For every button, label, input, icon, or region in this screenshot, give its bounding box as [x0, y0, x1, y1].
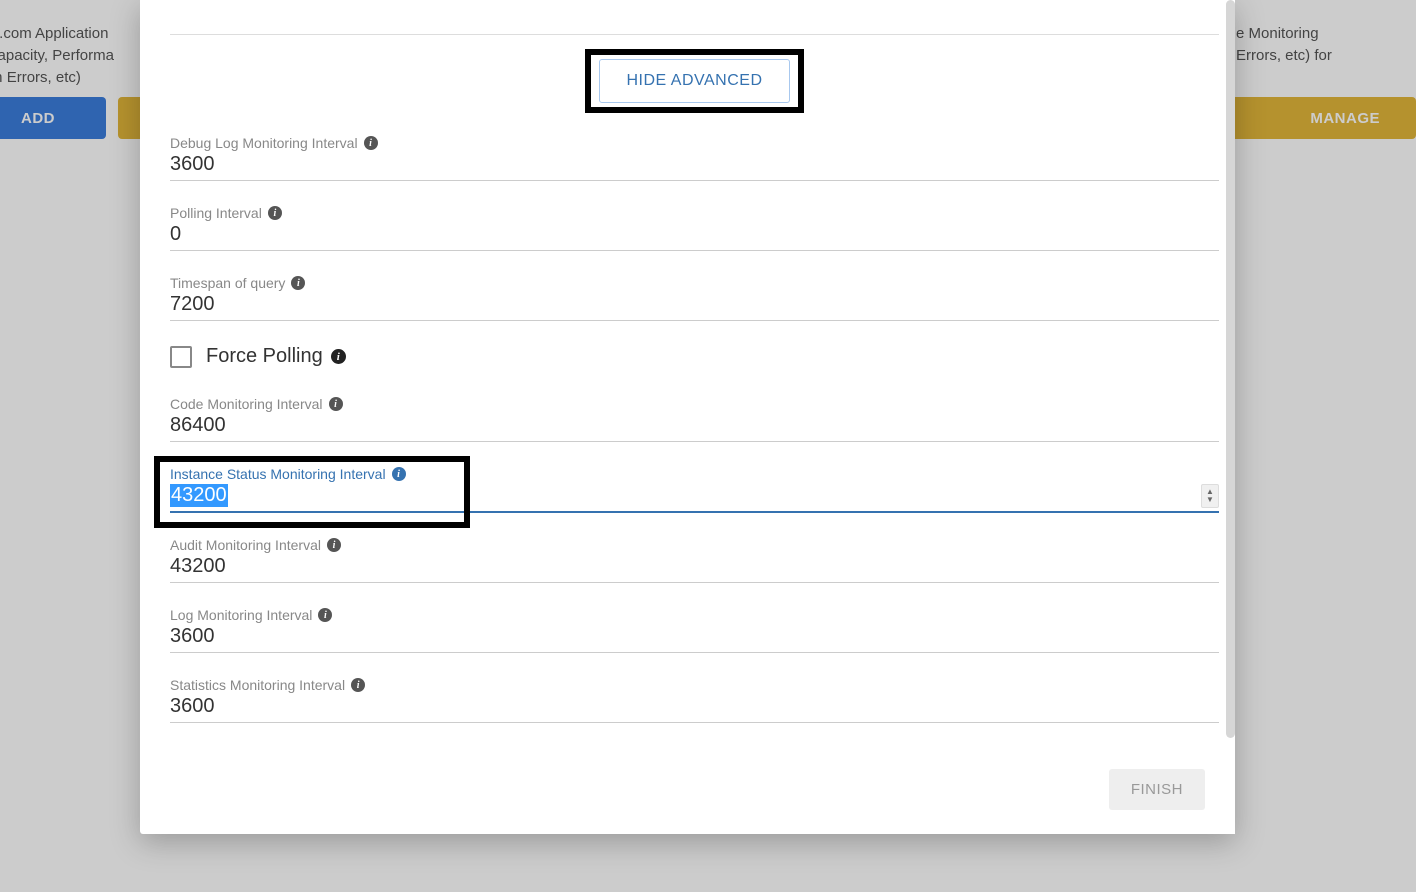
annotation-highlight-hide-advanced: HIDE ADVANCED — [585, 49, 803, 113]
field-label: Statistics Monitoring Interval — [170, 677, 1219, 693]
finish-button[interactable]: FINISH — [1109, 769, 1205, 810]
field-label: Polling Interval — [170, 205, 1219, 221]
info-icon[interactable] — [329, 397, 343, 411]
form-area: HIDE ADVANCED Debug Log Monitoring Inter… — [170, 0, 1219, 747]
debug-log-interval-input[interactable]: 3600 — [170, 151, 1219, 181]
label-text: Debug Log Monitoring Interval — [170, 135, 358, 151]
hide-advanced-label: HIDE ADVANCED — [626, 72, 762, 89]
field-label: Instance Status Monitoring Interval — [170, 466, 1219, 482]
field-log-monitoring-interval: Log Monitoring Interval 3600 — [170, 607, 1219, 653]
polling-interval-input[interactable]: 0 — [170, 221, 1219, 251]
field-label: Log Monitoring Interval — [170, 607, 1219, 623]
label-text: Polling Interval — [170, 205, 262, 221]
field-polling-interval: Polling Interval 0 — [170, 205, 1219, 251]
instance-status-interval-input[interactable]: 43200 — [170, 482, 1219, 513]
scrollbar-thumb[interactable] — [1226, 0, 1235, 738]
force-polling-checkbox[interactable] — [170, 346, 192, 368]
label-text: Statistics Monitoring Interval — [170, 677, 345, 693]
field-force-polling: Force Polling — [170, 345, 1219, 368]
field-label: Debug Log Monitoring Interval — [170, 135, 1219, 151]
label-text: Code Monitoring Interval — [170, 396, 323, 412]
section-divider — [170, 34, 1219, 35]
timespan-query-input[interactable]: 7200 — [170, 291, 1219, 321]
field-debug-log-interval: Debug Log Monitoring Interval 3600 — [170, 135, 1219, 181]
number-spinner[interactable]: ▲ ▼ — [1201, 484, 1219, 508]
info-icon[interactable] — [364, 136, 378, 150]
label-text: Force Polling — [206, 345, 323, 368]
field-audit-monitoring-interval: Audit Monitoring Interval 43200 — [170, 537, 1219, 583]
info-icon[interactable] — [327, 538, 341, 552]
info-icon[interactable] — [392, 467, 406, 481]
field-instance-status-interval: Instance Status Monitoring Interval 4320… — [170, 466, 1219, 513]
info-icon[interactable] — [268, 206, 282, 220]
spinner-down-icon[interactable]: ▼ — [1206, 496, 1214, 504]
label-text: Timespan of query — [170, 275, 285, 291]
force-polling-label: Force Polling — [206, 345, 346, 368]
field-label: Timespan of query — [170, 275, 1219, 291]
field-timespan-query: Timespan of query 7200 — [170, 275, 1219, 321]
label-text: Log Monitoring Interval — [170, 607, 312, 623]
audit-monitoring-interval-input[interactable]: 43200 — [170, 553, 1219, 583]
field-label: Audit Monitoring Interval — [170, 537, 1219, 553]
finish-button-label: FINISH — [1131, 781, 1183, 798]
label-text: Instance Status Monitoring Interval — [170, 466, 386, 482]
info-icon[interactable] — [291, 276, 305, 290]
code-monitoring-interval-input[interactable]: 86400 — [170, 412, 1219, 442]
hide-advanced-container: HIDE ADVANCED — [170, 49, 1219, 113]
hide-advanced-button[interactable]: HIDE ADVANCED — [599, 59, 789, 103]
field-statistics-monitoring-interval: Statistics Monitoring Interval 3600 — [170, 677, 1219, 723]
selected-value: 43200 — [170, 484, 228, 507]
log-monitoring-interval-input[interactable]: 3600 — [170, 623, 1219, 653]
field-code-monitoring-interval: Code Monitoring Interval 86400 — [170, 396, 1219, 442]
info-icon[interactable] — [318, 608, 332, 622]
settings-modal: HIDE ADVANCED Debug Log Monitoring Inter… — [140, 0, 1235, 834]
info-icon[interactable] — [351, 678, 365, 692]
field-label: Code Monitoring Interval — [170, 396, 1219, 412]
info-icon[interactable] — [331, 349, 346, 364]
statistics-monitoring-interval-input[interactable]: 3600 — [170, 693, 1219, 723]
label-text: Audit Monitoring Interval — [170, 537, 321, 553]
modal-scrollbar[interactable] — [1225, 0, 1235, 834]
